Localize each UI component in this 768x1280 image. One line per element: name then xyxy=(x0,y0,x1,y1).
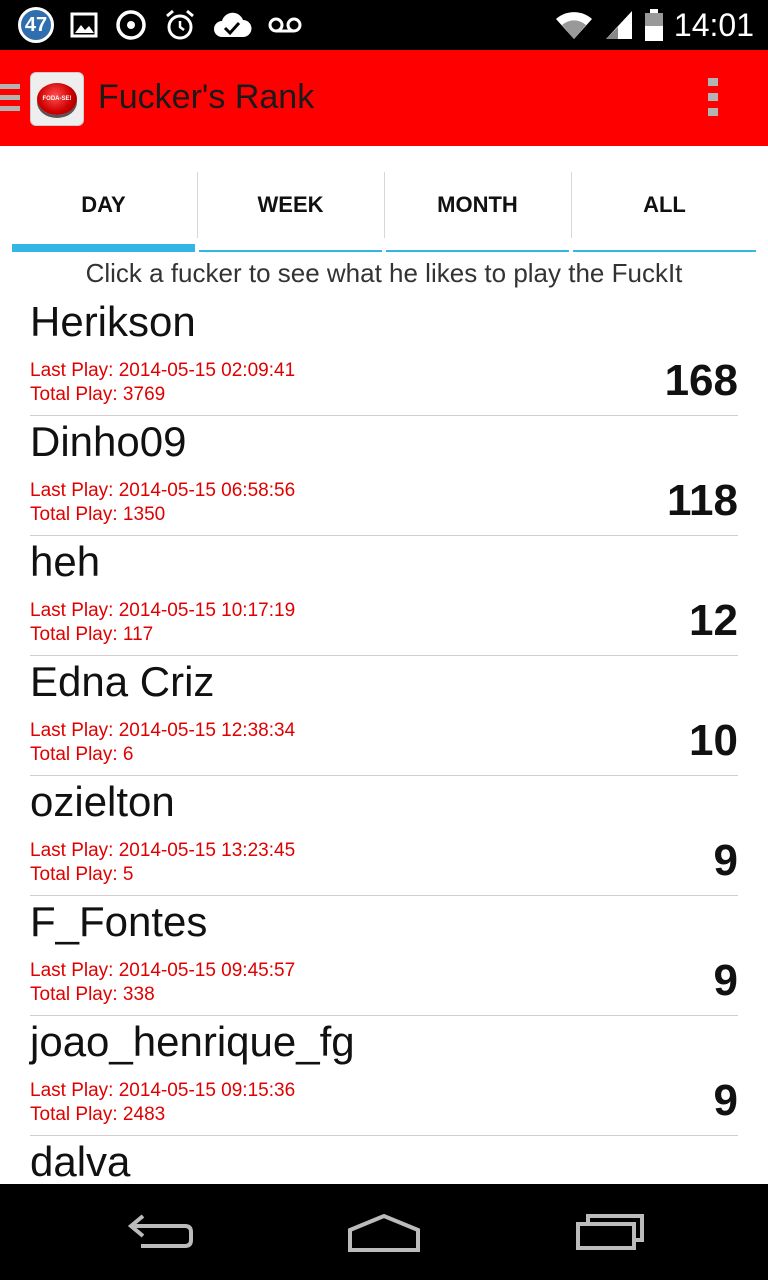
tab-label: MONTH xyxy=(437,192,518,217)
total-play: Total Play: 2483 xyxy=(30,1104,166,1125)
tab-month[interactable]: MONTH xyxy=(384,172,571,252)
last-play: Last Play: 2014-05-15 09:45:57 xyxy=(30,960,296,981)
score: 12 xyxy=(689,596,738,645)
notification-count-icon: 47 xyxy=(18,7,54,43)
alarm-icon xyxy=(164,9,196,41)
tab-indicator xyxy=(573,250,756,252)
tab-day[interactable]: DAY xyxy=(10,172,197,252)
rank-row[interactable]: F_Fontes Last Play: 2014-05-15 09:45:57 … xyxy=(30,896,738,1016)
recents-icon[interactable] xyxy=(570,1208,650,1256)
last-play: Last Play: 2014-05-15 06:58:56 xyxy=(30,480,296,501)
player-name: Edna Criz xyxy=(30,658,215,705)
last-play: Last Play: 2014-05-15 13:23:45 xyxy=(30,840,296,861)
score: 9 xyxy=(713,956,738,1005)
rank-row[interactable]: heh Last Play: 2014-05-15 10:17:19 Total… xyxy=(30,536,738,656)
total-play: Total Play: 6 xyxy=(30,744,134,765)
rank-row[interactable]: Herikson Last Play: 2014-05-15 02:09:41 … xyxy=(30,296,738,416)
sync-icon xyxy=(114,8,148,42)
rank-row[interactable]: Dinho09 Last Play: 2014-05-15 06:58:56 T… xyxy=(30,416,738,536)
logo-button-graphic: FODA-SE! xyxy=(37,83,77,115)
tab-label: ALL xyxy=(643,192,686,217)
image-icon xyxy=(70,11,98,39)
rank-row[interactable]: ozielton Last Play: 2014-05-15 13:23:45 … xyxy=(30,776,738,896)
total-play: Total Play: 338 xyxy=(30,984,155,1005)
tab-indicator xyxy=(12,244,195,252)
app-title: Fucker's Rank xyxy=(98,78,315,116)
logo-text: FODA-SE! xyxy=(42,96,72,102)
score: 118 xyxy=(667,476,738,525)
cloud-check-icon xyxy=(212,11,252,39)
tab-label: DAY xyxy=(81,192,126,217)
action-bar: FODA-SE! Fucker's Rank xyxy=(0,50,768,146)
score: 9 xyxy=(713,836,738,885)
total-play: Total Play: 3769 xyxy=(30,384,166,405)
tab-label: WEEK xyxy=(257,192,324,217)
rank-row[interactable]: dalva xyxy=(30,1136,738,1184)
tab-all[interactable]: ALL xyxy=(571,172,758,252)
total-play: Total Play: 117 xyxy=(30,624,154,645)
player-name: ozielton xyxy=(30,778,175,825)
player-name: heh xyxy=(30,538,101,585)
tab-week[interactable]: WEEK xyxy=(197,172,384,252)
player-name: joao_henrique_fg xyxy=(30,1018,355,1065)
total-play: Total Play: 1350 xyxy=(30,504,166,525)
player-name: Herikson xyxy=(30,298,196,345)
tab-indicator xyxy=(199,250,382,252)
wifi-icon xyxy=(554,9,594,41)
status-bar-right: 14:01 xyxy=(554,6,754,44)
voicemail-icon xyxy=(268,15,302,35)
score: 168 xyxy=(664,356,738,405)
status-time: 14:01 xyxy=(673,6,754,43)
content-area: DAY WEEK MONTH ALL Click a fucker to see… xyxy=(0,146,768,1184)
score: 10 xyxy=(689,716,738,765)
total-play: Total Play: 5 xyxy=(30,864,134,885)
rank-row[interactable]: Edna Criz Last Play: 2014-05-15 12:38:34… xyxy=(30,656,738,776)
navigation-bar xyxy=(0,1184,768,1280)
last-play: Last Play: 2014-05-15 09:15:36 xyxy=(30,1080,296,1101)
rank-list: Herikson Last Play: 2014-05-15 02:09:41 … xyxy=(30,296,738,1184)
last-play: Last Play: 2014-05-15 10:17:19 xyxy=(30,600,296,621)
status-bar: 47 14:01 xyxy=(0,0,768,50)
hint-text: Click a fucker to see what he likes to p… xyxy=(85,258,683,288)
status-bar-left: 47 xyxy=(18,6,302,44)
signal-icon xyxy=(604,9,634,41)
app-logo[interactable]: FODA-SE! xyxy=(30,72,84,126)
rank-row[interactable]: joao_henrique_fg Last Play: 2014-05-15 0… xyxy=(30,1016,738,1136)
back-icon[interactable] xyxy=(120,1208,200,1256)
drawer-menu-icon[interactable] xyxy=(0,84,22,114)
period-tabs: DAY WEEK MONTH ALL xyxy=(10,172,758,252)
player-name: Dinho09 xyxy=(30,418,187,465)
last-play: Last Play: 2014-05-15 02:09:41 xyxy=(30,360,296,381)
tab-indicator xyxy=(386,250,569,252)
home-icon[interactable] xyxy=(344,1208,424,1256)
player-name: F_Fontes xyxy=(30,898,208,945)
score: 9 xyxy=(713,1076,738,1125)
player-name: dalva xyxy=(30,1138,131,1184)
overflow-menu-icon[interactable] xyxy=(708,78,718,123)
battery-icon xyxy=(644,8,664,42)
last-play: Last Play: 2014-05-15 12:38:34 xyxy=(30,720,296,741)
